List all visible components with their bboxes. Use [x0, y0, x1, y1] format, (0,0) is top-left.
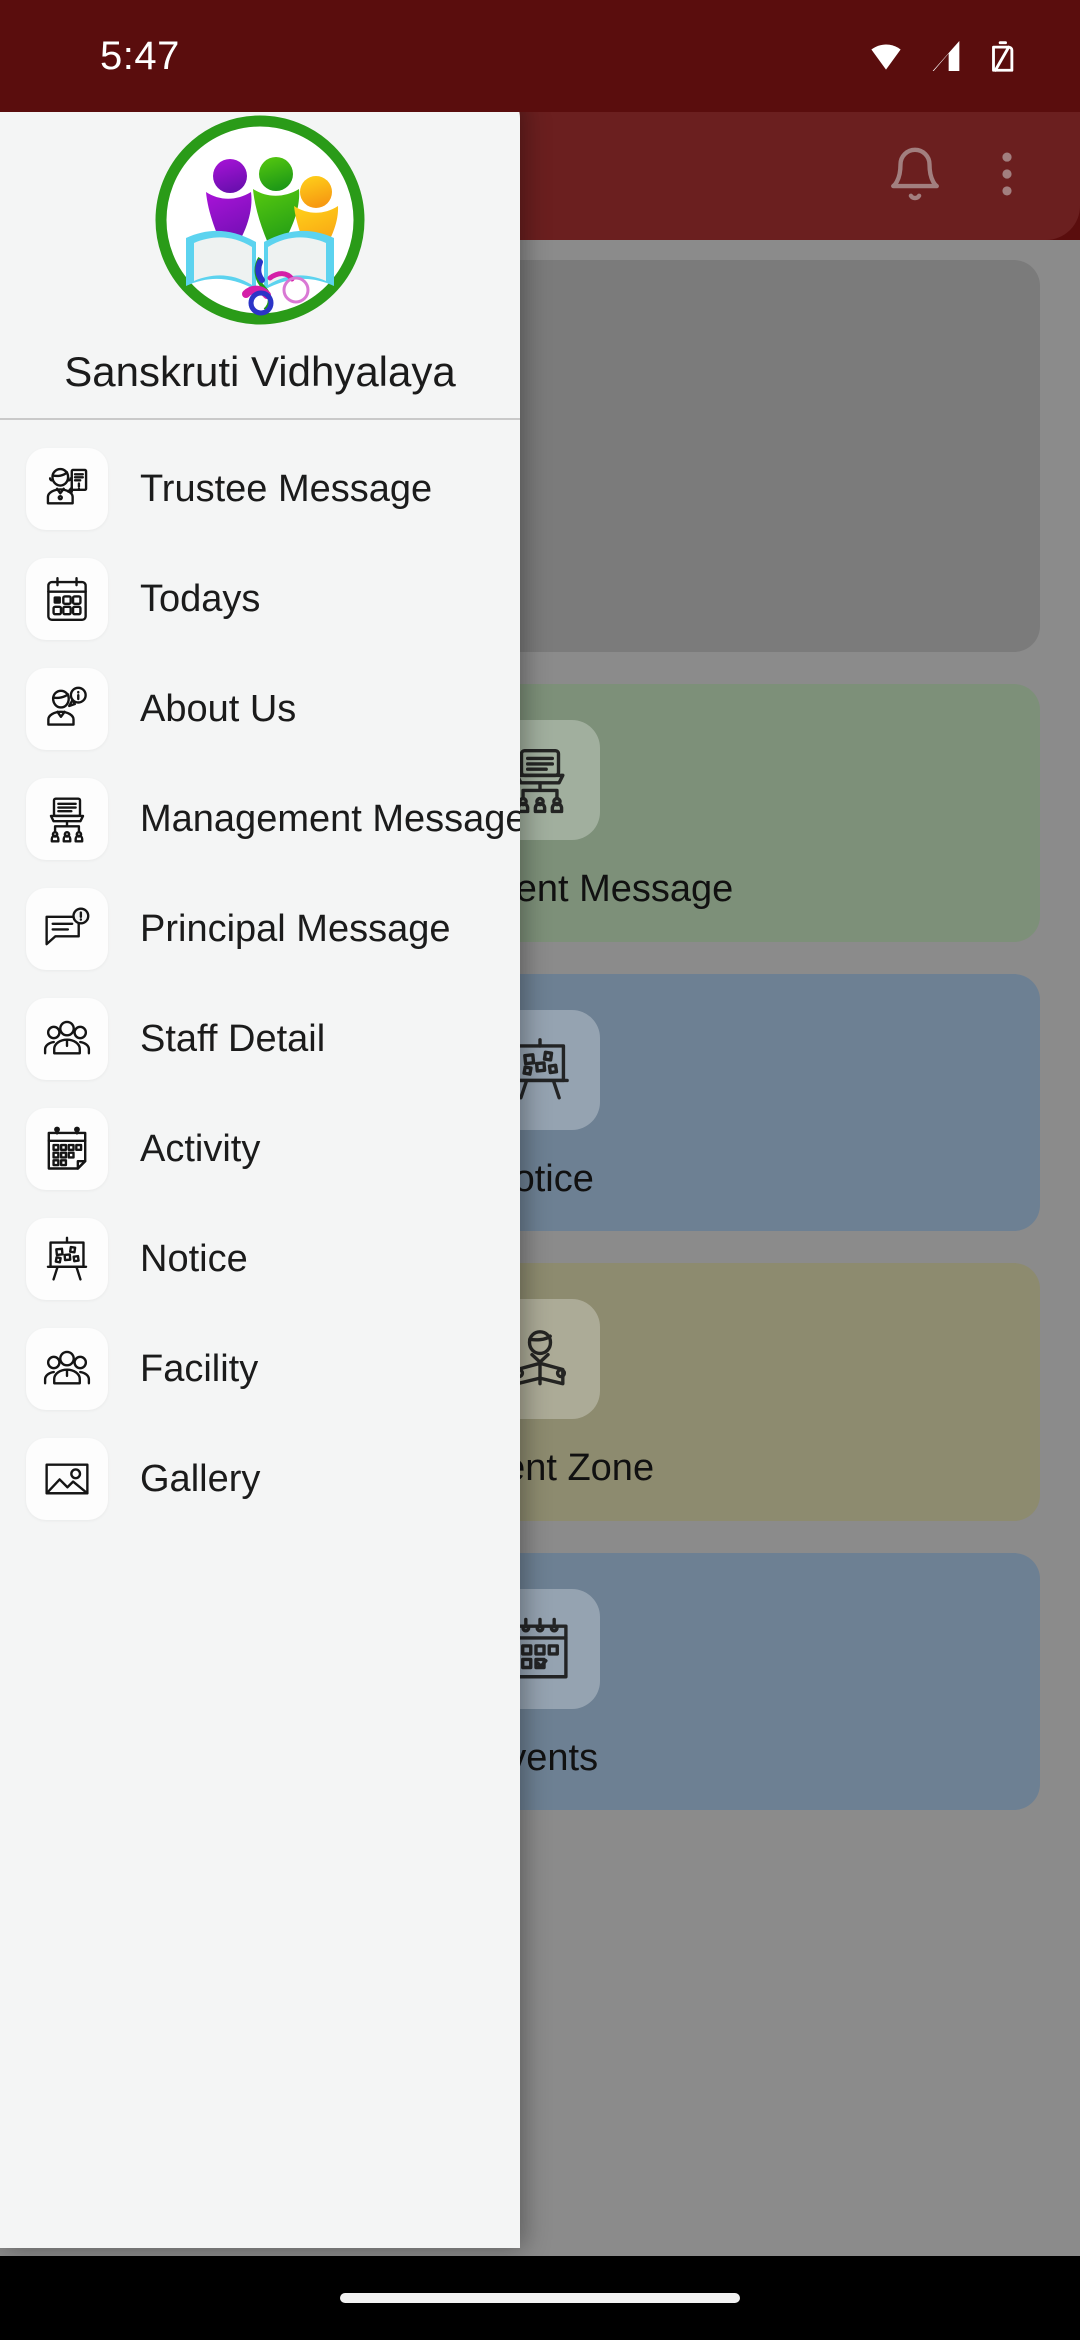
drawer-item-activity[interactable]: Activity [0, 1094, 520, 1204]
activity-calendar-icon [26, 1108, 108, 1190]
management-message-icon [26, 778, 108, 860]
about-us-icon [26, 668, 108, 750]
drawer-item-label: Facility [140, 1347, 259, 1390]
wifi-icon [871, 44, 901, 70]
more-vertical-icon[interactable] [978, 145, 1036, 208]
drawer-item-facility[interactable]: Facility [0, 1314, 520, 1424]
school-logo [150, 110, 370, 330]
calendar-today-icon [26, 558, 108, 640]
bell-icon[interactable] [886, 145, 944, 208]
drawer-item-about-us[interactable]: About Us [0, 654, 520, 764]
phone-screen: Management Message Notice Student Zone E… [0, 0, 1080, 2340]
drawer-item-label: Trustee Message [140, 467, 433, 510]
facility-group-icon [26, 1328, 108, 1410]
drawer-item-label: Staff Detail [140, 1017, 326, 1060]
gallery-image-icon [26, 1438, 108, 1520]
drawer-item-label: Management Message [140, 797, 520, 840]
drawer-item-label: Todays [140, 577, 261, 620]
drawer-item-gallery[interactable]: Gallery [0, 1424, 520, 1534]
drawer-header: Sanskruti Vidhyalaya [0, 88, 520, 420]
drawer-item-todays[interactable]: Todays [0, 544, 520, 654]
drawer-item-staff-detail[interactable]: Staff Detail [0, 984, 520, 1094]
school-name: Sanskruti Vidhyalaya [64, 348, 456, 395]
principal-message-icon [26, 888, 108, 970]
drawer-divider [0, 418, 520, 420]
drawer-item-principal-message[interactable]: Principal Message [0, 874, 520, 984]
drawer-item-label: Gallery [140, 1457, 261, 1500]
battery-icon [992, 41, 1014, 72]
drawer-item-label: Notice [140, 1237, 248, 1280]
drawer-menu-list: Trustee Message Todays About Us Manageme… [0, 420, 520, 1534]
status-icons [864, 39, 1022, 73]
notice-board-icon [26, 1218, 108, 1300]
status-clock: 5:47 [100, 33, 180, 78]
drawer-item-label: About Us [140, 687, 297, 730]
staff-group-icon [26, 998, 108, 1080]
trustee-message-icon [26, 448, 108, 530]
drawer-item-label: Activity [140, 1127, 261, 1170]
drawer-item-notice[interactable]: Notice [0, 1204, 520, 1314]
cellular-signal-icon [932, 41, 960, 71]
drawer-item-trustee-message[interactable]: Trustee Message [0, 434, 520, 544]
status-bar: 5:47 [0, 0, 1080, 112]
drawer-item-management-message[interactable]: Management Message [0, 764, 520, 874]
system-navigation-bar [0, 2256, 1080, 2340]
navigation-drawer: Sanskruti Vidhyalaya Trustee Message Tod… [0, 88, 520, 2248]
drawer-item-label: Principal Message [140, 907, 451, 950]
home-gesture-pill[interactable] [340, 2293, 740, 2303]
